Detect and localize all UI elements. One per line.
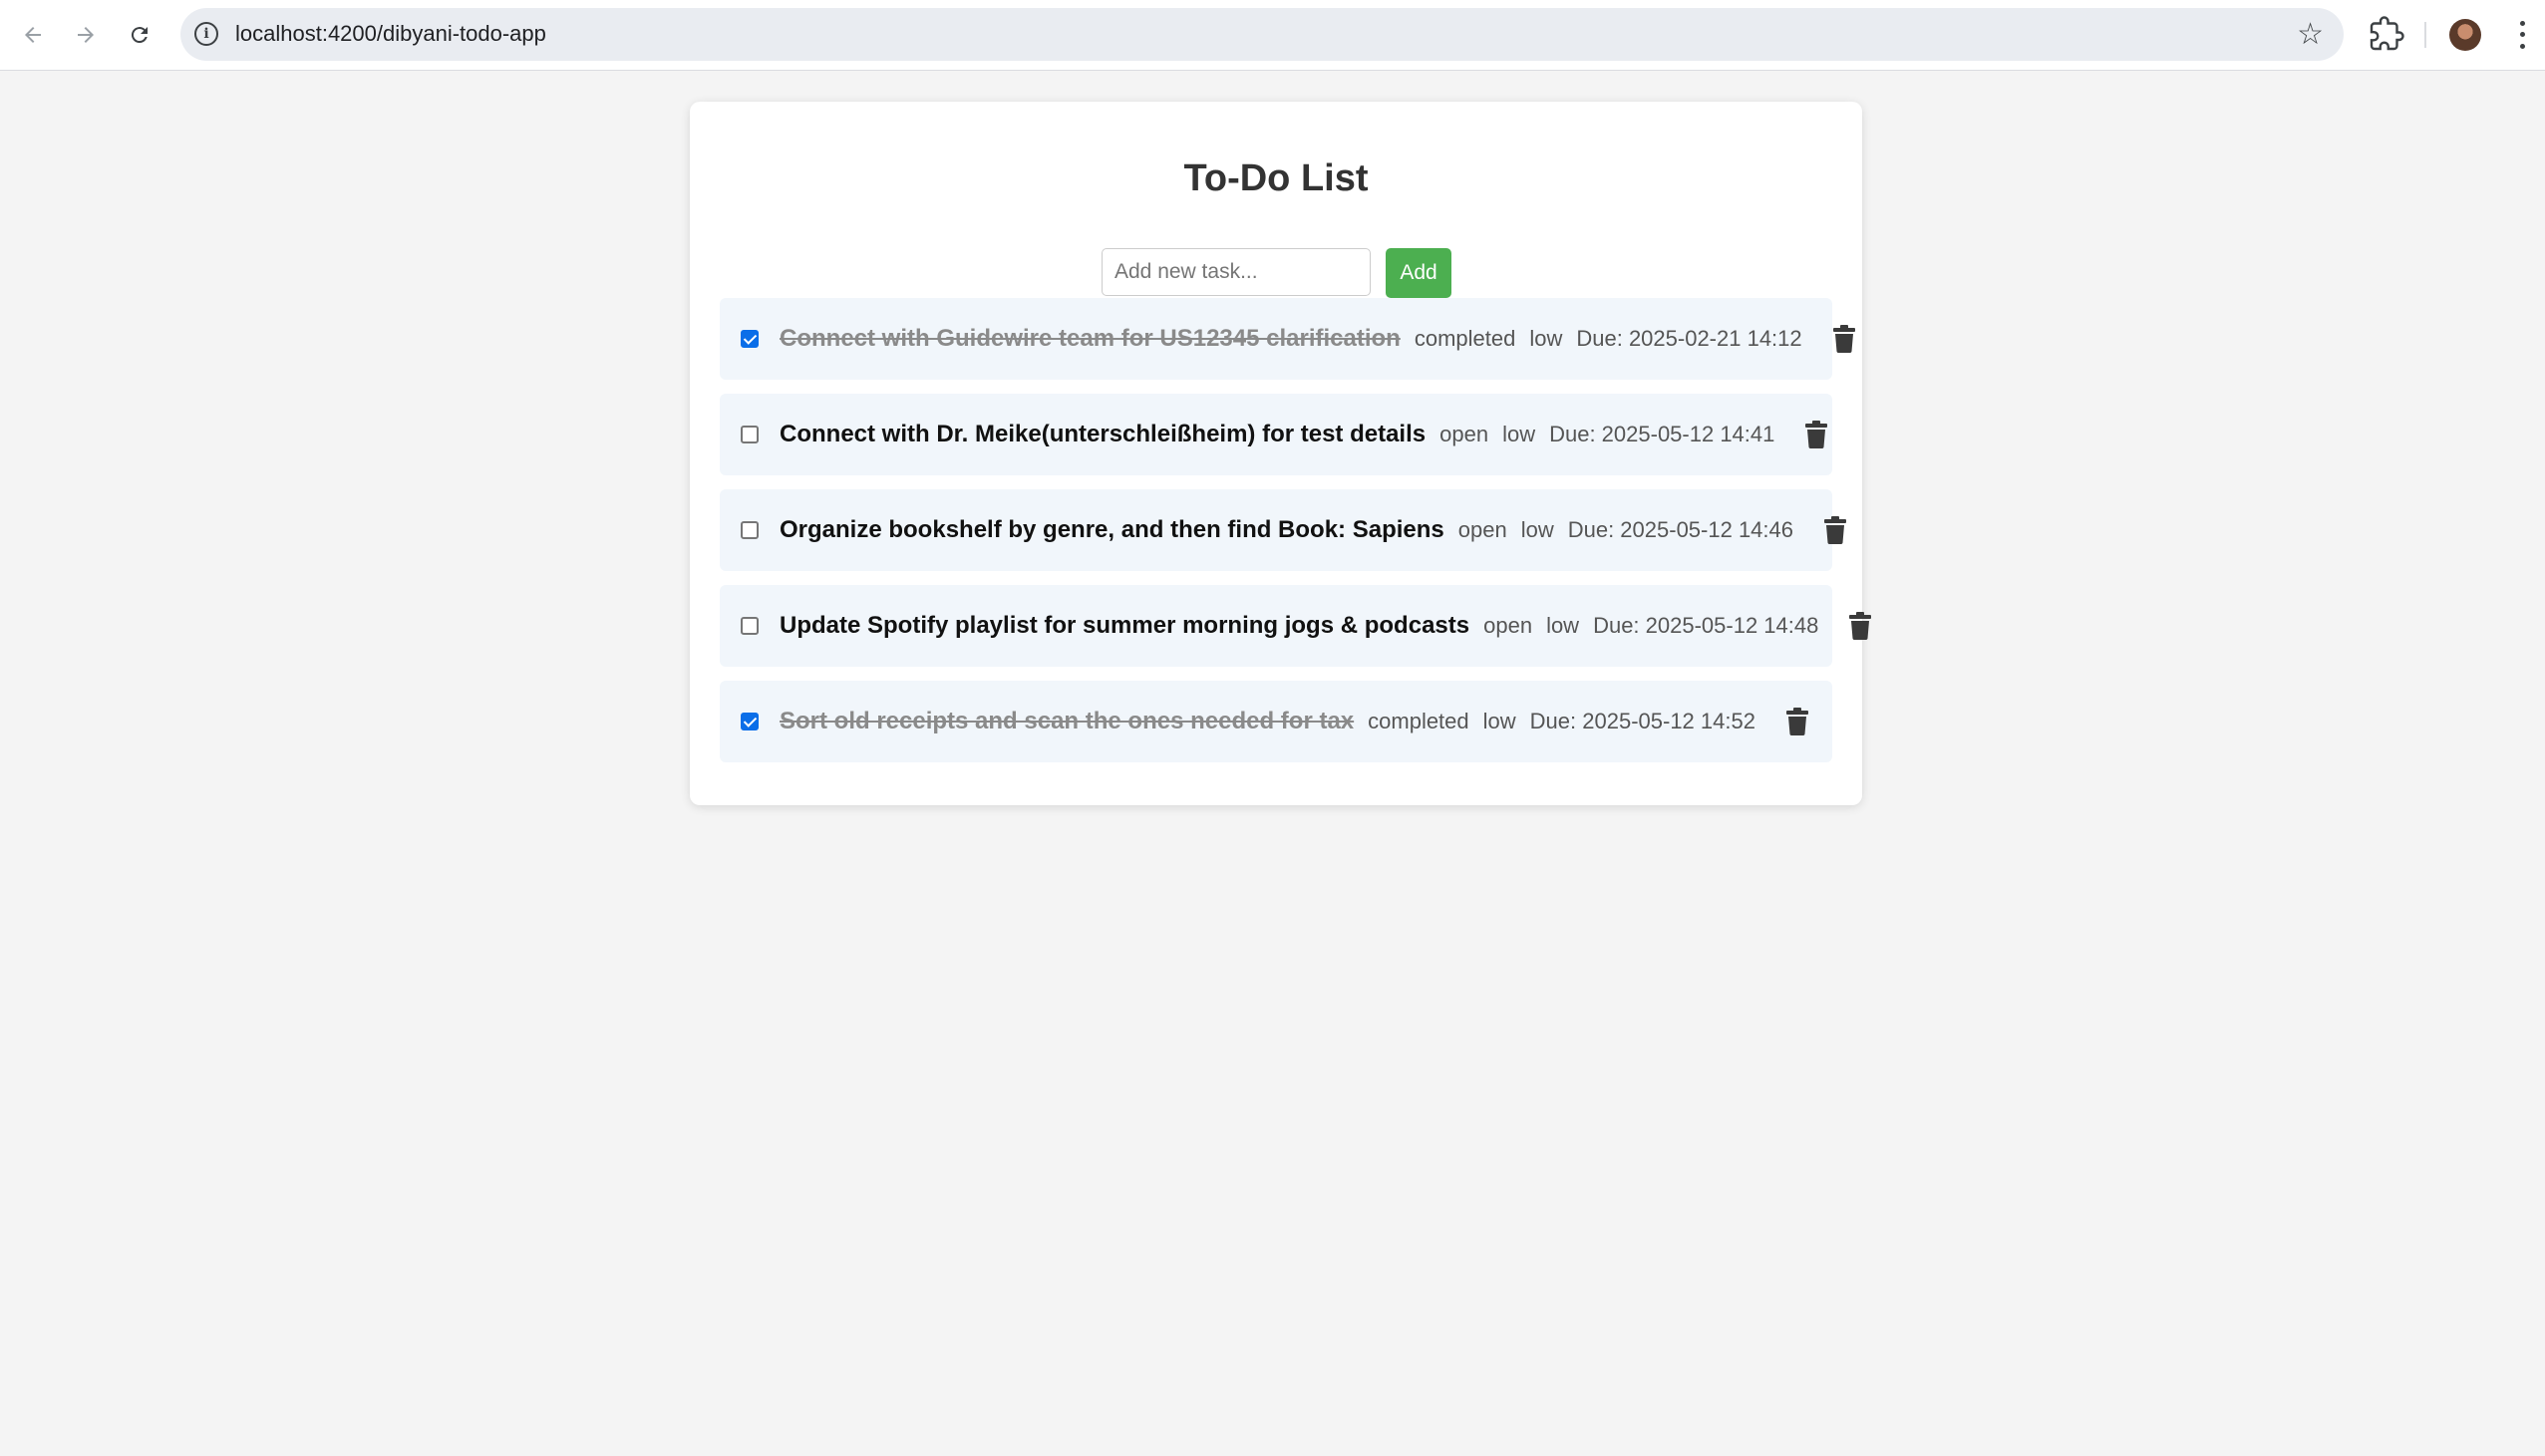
task-priority: low [1546,613,1580,638]
browser-menu-icon[interactable] [2510,18,2534,52]
trash-icon[interactable] [1821,514,1849,546]
task-due-date: Due: 2025-05-12 14:46 [1567,517,1794,542]
task-priority: low [1520,517,1554,542]
reload-icon[interactable] [120,15,159,55]
todo-item: Connect with Guidewire team for US12345 … [720,298,1855,380]
task-text: Update Spotify playlist for summer morni… [780,612,1470,639]
todo-list: Connect with Guidewire team for US12345 … [720,298,1872,776]
browser-toolbar: i localhost:4200/dibyani-todo-app ☆ [0,0,2545,71]
todo-item: Update Spotify playlist for summer morni… [720,585,1872,667]
bookmark-star-icon[interactable]: ☆ [2297,17,2324,52]
trash-icon[interactable] [1783,706,1811,737]
task-text: Connect with Guidewire team for US12345 … [780,325,1401,352]
trash-icon[interactable] [1846,610,1874,642]
extensions-puzzle-icon[interactable] [2369,16,2404,52]
task-due-date: Due: 2025-02-21 14:12 [1576,326,1802,351]
task-status: completed [1414,326,1516,351]
task-text: Organize bookshelf by genre, and then fi… [780,516,1444,543]
back-arrow-icon[interactable] [13,15,53,55]
task-checkbox[interactable] [741,330,759,348]
task-text: Sort old receipts and scan the ones need… [780,708,1355,734]
todo-card: To-Do List Add Connect with Guidewire te… [690,102,1872,805]
todo-item: Sort old receipts and scan the ones need… [720,681,1832,762]
new-task-input[interactable] [1102,248,1371,296]
forward-arrow-icon[interactable] [66,15,106,55]
task-checkbox[interactable] [741,521,759,539]
task-status: open [1439,422,1489,446]
task-due-date: Due: 2025-05-12 14:48 [1593,613,1819,638]
task-due-date: Due: 2025-05-12 14:41 [1549,422,1775,446]
address-bar[interactable]: i localhost:4200/dibyani-todo-app ☆ [180,8,2344,61]
task-status: open [1483,613,1533,638]
task-priority: low [1529,326,1563,351]
task-priority: low [1482,709,1516,733]
task-status: open [1457,517,1507,542]
task-checkbox[interactable] [741,426,759,443]
toolbar-divider [2424,22,2426,48]
url-text: localhost:4200/dibyani-todo-app [235,21,546,46]
profile-avatar[interactable] [2449,19,2481,51]
add-task-button[interactable]: Add [1386,248,1451,298]
todo-item: Organize bookshelf by genre, and then fi… [720,489,1847,571]
trash-icon[interactable] [1830,323,1858,355]
task-due-date: Due: 2025-05-12 14:52 [1529,709,1755,733]
task-status: completed [1368,709,1469,733]
todo-item: Connect with Dr. Meike(unterschleißheim)… [720,394,1832,475]
task-checkbox[interactable] [741,713,759,730]
task-text: Connect with Dr. Meike(unterschleißheim)… [780,421,1427,447]
trash-icon[interactable] [1802,419,1830,450]
task-priority: low [1502,422,1536,446]
page-title: To-Do List [1183,157,1369,199]
task-checkbox[interactable] [741,617,759,635]
site-info-icon[interactable]: i [194,22,218,46]
